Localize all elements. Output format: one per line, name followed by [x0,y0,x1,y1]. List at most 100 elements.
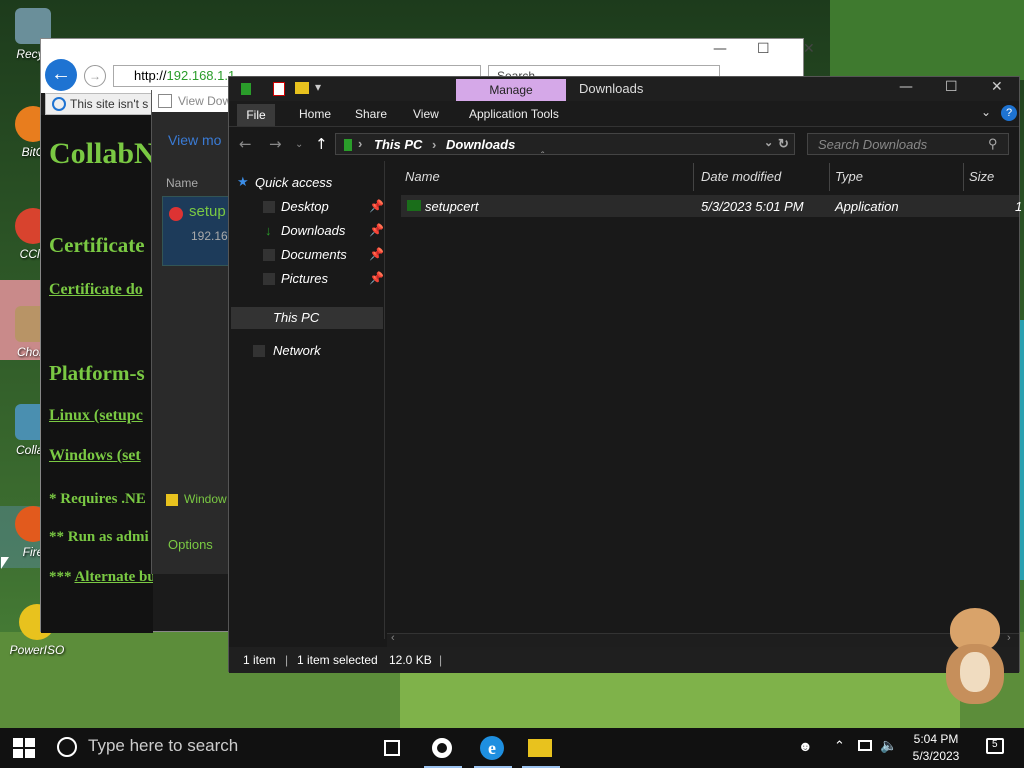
tab-view[interactable]: View [413,107,439,121]
computer-icon [253,312,265,324]
search-input[interactable]: Search Downloads ⚲ [807,133,1009,155]
note-requires: * Requires .NE [49,491,146,507]
file-type: Application [835,199,899,214]
desktop-icon [263,201,275,213]
recent-locations-icon[interactable]: ⌄ [295,139,303,150]
network-status-icon[interactable] [858,740,872,751]
status-size: 12.0 KB [389,653,432,667]
address-prefix: http:// [134,68,167,83]
breadcrumb-this-pc[interactable]: This PC [374,137,422,152]
sidebar-item-downloads[interactable]: ↓ Downloads [265,223,345,238]
forward-button[interactable]: → [84,65,106,87]
address-bar[interactable]: › This PC › Downloads ⌄ ↻ [335,133,795,155]
view-downloads-title: View Dow [152,90,229,112]
new-folder-icon[interactable] [295,82,309,94]
back-arrow-icon[interactable]: ← [239,135,252,153]
ie-tab-icon [52,97,66,111]
sidebar-item-documents[interactable]: Documents [263,247,347,262]
navigation-pane: ★ Quick access Desktop 📌 ↓ Downloads 📌 D… [229,161,385,639]
options-button[interactable]: Options [168,537,213,552]
file-row[interactable]: setupcert 5/3/2023 5:01 PM Application 1 [401,195,1022,217]
close-icon[interactable]: ✕ [803,41,815,57]
settings-gear-icon[interactable] [430,736,454,760]
maximize-icon[interactable]: ☐ [757,41,770,57]
clock-time: 5:04 PM [913,732,959,746]
close-icon[interactable]: ✕ [991,79,1003,95]
pin-icon: 📌 [369,223,384,237]
note-alternate: *** Alternate build for Vis [49,569,153,586]
window-link[interactable]: Window [166,492,227,506]
link-windows[interactable]: Windows (set [49,447,141,465]
people-icon[interactable]: ☻ [798,738,813,754]
breadcrumb-downloads[interactable]: Downloads [446,137,515,152]
action-center-icon[interactable]: 5 [986,738,1004,754]
sidebar-item-this-pc[interactable]: This PC [231,307,383,329]
clock-date: 5/3/2023 [912,749,960,763]
pictures-icon [263,273,275,285]
application-icon [407,200,421,211]
address-host: 192.168.1.1 [166,68,236,83]
ribbon-tabs: File Home Share View Application Tools ⌄… [229,101,1019,127]
column-header-size[interactable]: Size [969,169,994,184]
link-certificate[interactable]: Certificate do [49,281,143,299]
scroll-left-icon[interactable]: ‹ [391,632,395,644]
sidebar-item-pictures[interactable]: Pictures [263,271,328,286]
tab-home[interactable]: Home [299,107,331,121]
taskbar-search-input[interactable]: Type here to search [88,736,238,756]
tab-application-tools[interactable]: Application Tools [469,107,559,121]
column-header-date-modified[interactable]: Date modified [701,169,781,184]
volume-muted-icon[interactable]: 🔈 [880,737,897,754]
up-arrow-icon[interactable]: ↑ [315,135,328,153]
heading-platform: Platform-s [49,361,145,385]
file-list: ˆ Name Date modified Type Size setupcert… [387,151,1022,639]
horizontal-scrollbar[interactable]: ‹ › [387,632,1019,647]
search-icon: ⚲ [988,136,998,151]
show-hidden-icons-icon[interactable]: ⌃ [834,738,845,754]
scroll-right-icon[interactable]: › [1007,632,1011,644]
internet-explorer-icon[interactable]: e [480,736,504,760]
link-linux[interactable]: Linux (setupc [49,407,143,425]
back-button[interactable]: ← [45,59,77,91]
refresh-icon[interactable]: ↻ [778,136,789,152]
quick-access-toolbar-dropdown-icon[interactable]: ▾ [315,80,321,94]
taskbar: Type here to search e ☻ ⌃ 🔈 5:04 PM 5/3/… [0,728,1024,768]
help-icon[interactable]: ? [1001,105,1017,121]
address-dropdown-icon[interactable]: ⌄ [764,136,773,149]
explorer-title-bar: ▾ Manage Downloads — ☐ ✕ [229,77,1019,101]
column-header-name[interactable]: Name [405,169,440,184]
download-item-url: 192.16 [191,229,228,243]
manage-tab[interactable]: Manage [456,79,566,101]
sidebar-item-network[interactable]: Network [253,343,321,358]
file-name: setupcert [425,199,479,214]
downloads-name-header: Name [166,176,199,190]
file-explorer-window[interactable]: ▾ Manage Downloads — ☐ ✕ File Home Share… [228,76,1022,673]
tab-share[interactable]: Share [355,107,387,121]
file-explorer-icon[interactable] [528,736,552,760]
ie-page-content: CollabN Certificate Certificate do Platf… [41,115,153,633]
minimize-icon[interactable]: — [899,79,913,95]
column-header-type[interactable]: Type [835,169,863,184]
maximize-icon[interactable]: ☐ [945,79,958,95]
task-view-icon[interactable] [380,736,404,760]
download-item-name: setup [189,203,226,220]
clock[interactable]: 5:04 PM 5/3/2023 [902,731,970,765]
heading-certificate: Certificate [49,233,145,257]
ie-tab[interactable]: This site isn't s [45,93,155,115]
link-alternate[interactable]: Alternate build for Vis [74,569,153,585]
start-button[interactable] [13,738,35,758]
forward-arrow-icon[interactable]: → [269,135,282,153]
mouse-cursor-icon [1,557,9,569]
download-folder-icon [241,83,251,95]
minimize-icon[interactable]: — [713,41,727,57]
sort-ascending-icon: ˆ [541,151,545,162]
documents-icon [263,249,275,261]
sidebar-item-quick-access[interactable]: ★ Quick access [237,174,332,190]
view-more-link[interactable]: View mo [168,132,221,148]
ie-tab-label: This site isn't s [70,97,149,111]
properties-icon[interactable] [273,82,285,96]
download-item[interactable]: setup 192.16 [162,196,229,266]
network-icon [253,345,265,357]
ribbon-expand-icon[interactable]: ⌄ [981,105,991,119]
sidebar-item-desktop[interactable]: Desktop [263,199,329,214]
tab-file[interactable]: File [237,104,275,126]
